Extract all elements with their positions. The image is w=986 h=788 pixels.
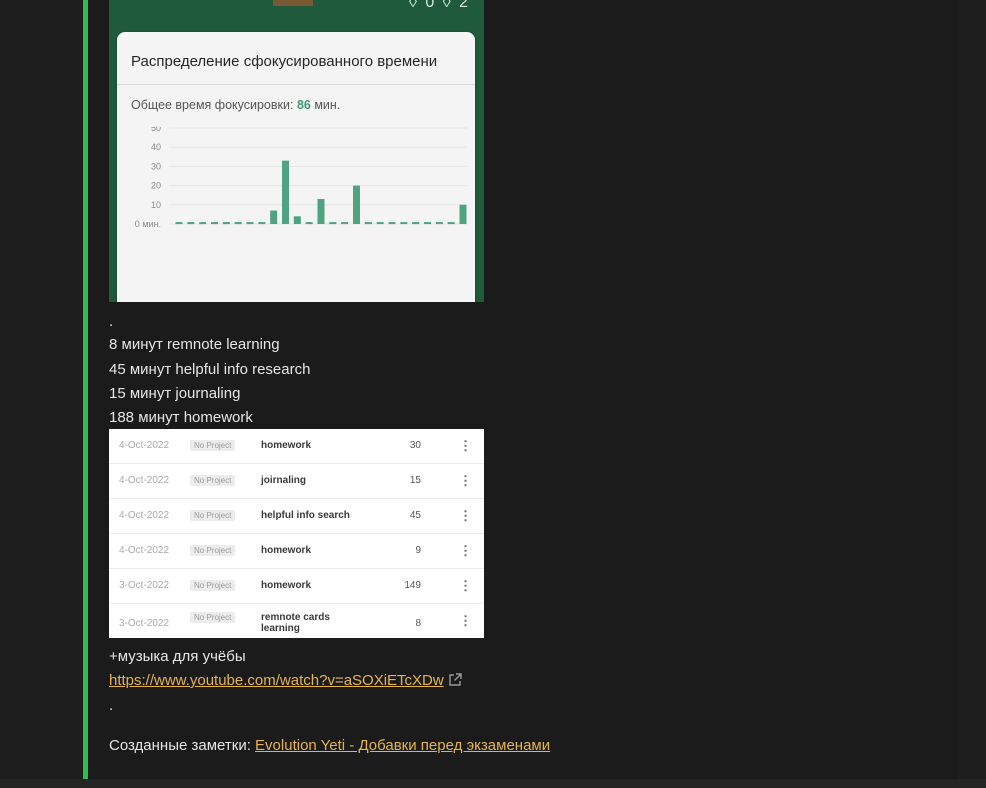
row-project-badge: No Project xyxy=(190,580,236,591)
more-vert-icon: ⋮ xyxy=(459,508,472,523)
chart-bar xyxy=(424,222,431,225)
total-focus-time: Общее время фокусировки: 86 мин. xyxy=(131,98,340,112)
total-value: 86 xyxy=(296,98,311,112)
row-minutes: 8 xyxy=(415,618,421,629)
row-date: 4-Oct-2022 xyxy=(119,510,170,521)
row-project-badge: No Project xyxy=(190,510,236,521)
chart-bar xyxy=(400,222,408,225)
row-project-badge: No Project xyxy=(190,475,236,486)
chart-card: Распределение сфокусированного времени О… xyxy=(117,32,475,302)
note-line-homework: 188 минут homework xyxy=(109,409,253,426)
row-task: helpful info search xyxy=(261,510,350,521)
table-row: 4-Oct-2022 No Project homework 9 ⋮ xyxy=(109,534,484,569)
dot-line-1: . xyxy=(109,313,114,330)
page-bottom-strip xyxy=(0,779,986,788)
row-minutes: 30 xyxy=(409,440,421,451)
row-project-badge: No Project xyxy=(190,612,236,623)
total-unit: мин. xyxy=(314,98,341,112)
created-notes-label: Созданные заметки: xyxy=(109,737,251,754)
more-vert-icon: ⋮ xyxy=(459,473,472,488)
created-note-link[interactable]: Evolution Yeti - Добавки перед экзаменам… xyxy=(255,737,550,754)
y-tick-label: 30 xyxy=(151,161,161,171)
row-task: homework xyxy=(261,440,312,451)
chart-bar xyxy=(222,222,230,225)
table-row: 4-Oct-2022 No Project helpful info searc… xyxy=(109,499,484,534)
row-project-badge: No Project xyxy=(190,545,236,556)
chart-bar xyxy=(412,222,420,225)
chart-bar xyxy=(282,160,289,224)
more-vert-icon: ⋮ xyxy=(459,543,472,558)
row-date: 4-Oct-2022 xyxy=(119,475,170,486)
chart-bar xyxy=(317,199,325,224)
youtube-line: https://www.youtube.com/watch?v=aSOXiETc… xyxy=(109,671,462,693)
row-date: 3-Oct-2022 xyxy=(119,580,170,591)
more-vert-icon: ⋮ xyxy=(459,438,472,453)
row-minutes: 45 xyxy=(409,510,421,521)
chart-bar xyxy=(270,210,278,224)
music-line: +музыка для учёбы xyxy=(109,648,246,665)
chart-bar xyxy=(199,222,207,225)
row-date: 4-Oct-2022 xyxy=(119,545,170,556)
chart-divider xyxy=(117,84,475,85)
row-minutes: 15 xyxy=(409,475,421,486)
chart-bar xyxy=(305,222,313,225)
row-minutes: 9 xyxy=(415,545,421,556)
table-row: 3-Oct-2022 No Project homework 149 ⋮ xyxy=(109,569,484,604)
row-project-badge: No Project xyxy=(190,440,236,451)
external-link-icon[interactable] xyxy=(448,673,462,693)
chart-bar xyxy=(353,185,360,224)
youtube-link[interactable]: https://www.youtube.com/watch?v=aSOXiETc… xyxy=(109,672,444,689)
y-tick-label: 40 xyxy=(151,142,161,152)
row-task: remnote cards learning xyxy=(261,612,330,634)
note-line-research: 45 минут helpful info research xyxy=(109,361,311,378)
chart-bar xyxy=(329,222,337,225)
total-label: Общее время фокусировки: xyxy=(131,98,294,112)
chart-bar xyxy=(435,222,443,225)
chart-bar xyxy=(211,222,218,225)
focus-bar-chart: 50 40 30 20 10 0 мин. xyxy=(135,127,467,229)
row-minutes: 149 xyxy=(404,580,421,591)
chart-bar xyxy=(364,222,372,225)
focus-chart-image: ◊ 0 ◊ 2 Распределение сфокусированного в… xyxy=(109,0,484,302)
chart-bar xyxy=(447,222,455,225)
table-row: 4-Oct-2022 No Project homework 30 ⋮ xyxy=(109,429,484,464)
y-tick-label: 10 xyxy=(151,200,161,210)
chart-title: Распределение сфокусированного времени xyxy=(131,53,438,70)
table-row: 4-Oct-2022 No Project joirnaling 15 ⋮ xyxy=(109,464,484,499)
row-date: 3-Oct-2022 xyxy=(119,618,170,629)
more-vert-icon: ⋮ xyxy=(459,613,472,628)
chart-bar xyxy=(376,222,384,225)
chart-bar xyxy=(388,222,396,225)
created-notes-line: Созданные заметки: Evolution Yeti - Доба… xyxy=(109,736,550,756)
top-icons: ◊ 0 ◊ 2 xyxy=(409,0,470,11)
chart-bar xyxy=(187,222,195,225)
dot-line-2: . xyxy=(109,697,114,714)
chart-bar xyxy=(175,222,183,225)
row-task: joirnaling xyxy=(261,475,306,486)
app-box-graphic xyxy=(273,0,313,6)
note-card: ◊ 0 ◊ 2 Распределение сфокусированного в… xyxy=(83,0,958,779)
y-tick-label: 20 xyxy=(151,181,161,191)
y-tick-label: 0 мин. xyxy=(135,219,161,229)
chart-bar xyxy=(246,222,254,225)
chart-bar xyxy=(341,222,349,225)
table-row: 3-Oct-2022 No Project remnote cards lear… xyxy=(109,604,484,638)
row-date: 4-Oct-2022 xyxy=(119,440,170,451)
task-table-image: 4-Oct-2022 No Project homework 30 ⋮ 4-Oc… xyxy=(109,429,484,638)
note-line-journaling: 15 минут journaling xyxy=(109,385,241,402)
chart-bar xyxy=(459,204,467,224)
chart-bar xyxy=(258,222,266,225)
chart-bar xyxy=(293,216,301,224)
y-tick-label: 50 xyxy=(151,127,161,133)
more-vert-icon: ⋮ xyxy=(459,578,472,593)
note-line-remnote: 8 минут remnote learning xyxy=(109,336,280,353)
row-task: homework xyxy=(261,580,312,591)
chart-bar xyxy=(234,222,242,225)
row-task: homework xyxy=(261,545,312,556)
